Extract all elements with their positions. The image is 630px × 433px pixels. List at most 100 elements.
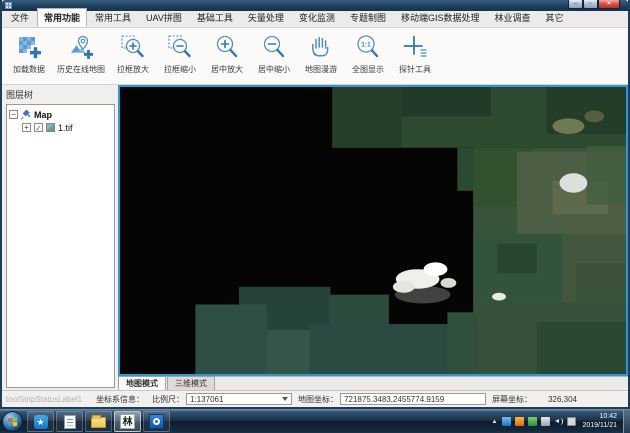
taskbar-app-explorer[interactable] (85, 411, 112, 432)
screen-coord-value: 326,304 (548, 395, 577, 404)
map-panel: 地图模式 三维模式 (118, 85, 628, 390)
box-zoom-out-icon (167, 34, 193, 60)
layer-panel-title: 图层树 (6, 88, 115, 101)
dropdown-arrow-icon[interactable] (282, 397, 288, 401)
show-desktop-button[interactable] (623, 410, 630, 433)
history-online-map-button[interactable]: 历史在线地图 (53, 31, 109, 75)
scale-value: 1:137061 (187, 395, 282, 404)
map-mode-tabstrip: 地图模式 三维模式 (118, 376, 628, 390)
coord-sys-label: 坐标系信息： (96, 394, 144, 405)
close-button[interactable]: ✕ (598, 0, 620, 9)
center-zoom-out-button[interactable]: 居中缩小 (251, 31, 297, 75)
tool-label: 全图显示 (352, 64, 384, 75)
taskbar-app-o[interactable] (143, 411, 170, 432)
taskbar-app-notepad[interactable] (56, 411, 83, 432)
tool-label: 居中缩小 (258, 64, 290, 75)
tab-mobile-gis-data[interactable]: 移动端GIS数据处理 (394, 8, 487, 27)
tab-forestry-survey[interactable]: 林业调查 (487, 8, 537, 27)
box-zoom-in-button[interactable]: 拉框放大 (110, 31, 156, 75)
main-content: 图层树 − Map + ✓ 1.tif (2, 85, 628, 390)
taskbar-clock[interactable]: 10:42 2019/11/21 (582, 413, 617, 431)
tab-thematic-mapping[interactable]: 专题制图 (343, 8, 393, 27)
screen: – ▫ ✕ 文件 常用功能 常用工具 UAV拼图 基础工具 矢量处理 变化监测 … (0, 0, 630, 433)
map-node-label: Map (34, 110, 52, 120)
tray-download-icon[interactable] (515, 417, 524, 426)
scale-label: 比例尺： (152, 394, 184, 405)
history-online-map-icon (68, 34, 94, 60)
forest-app-icon: 林 (120, 414, 135, 429)
tab-other[interactable]: 其它 (538, 8, 570, 27)
start-button[interactable] (2, 411, 23, 432)
satellite-imagery (120, 87, 626, 374)
status-bar: toolStripStatusLabel1 坐标系信息： 比例尺： 1:1370… (2, 390, 628, 407)
tool-label: 地图漫游 (305, 64, 337, 75)
probe-tool-icon (402, 34, 428, 60)
tab-common-tools[interactable]: 常用工具 (88, 8, 138, 27)
tab-uav-mosaic[interactable]: UAV拼图 (139, 8, 189, 27)
layer-panel: 图层树 − Map + ✓ 1.tif (2, 85, 118, 390)
tab-change-monitoring[interactable]: 变化监测 (292, 8, 342, 27)
load-data-button[interactable]: 加载数据 (6, 31, 52, 75)
scale-select[interactable]: 1:137061 (186, 393, 292, 405)
o-app-icon (149, 414, 164, 429)
load-data-icon (16, 34, 42, 60)
layer-tree: − Map + ✓ 1.tif (6, 104, 115, 388)
gis-app-window: – ▫ ✕ 文件 常用功能 常用工具 UAV拼图 基础工具 矢量处理 变化监测 … (0, 0, 630, 409)
menu-tab-bar: 文件 常用功能 常用工具 UAV拼图 基础工具 矢量处理 变化监测 专题制图 移… (2, 11, 628, 28)
network-icon[interactable] (541, 417, 550, 426)
folder-icon (91, 417, 106, 428)
volume-icon[interactable] (554, 417, 563, 426)
tab-vector-processing[interactable]: 矢量处理 (241, 8, 291, 27)
center-zoom-in-button[interactable]: 居中放大 (204, 31, 250, 75)
map-mode-tab[interactable]: 地图模式 (118, 376, 166, 390)
map-coord-label: 地图坐标： (298, 394, 338, 405)
center-zoom-in-icon (214, 34, 240, 60)
full-extent-button[interactable]: 1:1 全图显示 (345, 31, 391, 75)
taskbar: ★ 林 ▲ 10:42 2019/11/21 (0, 409, 630, 433)
pan-hand-icon (308, 34, 334, 60)
notepad-icon (64, 415, 76, 429)
tab-basic-tools[interactable]: 基础工具 (190, 8, 240, 27)
map-canvas[interactable] (118, 85, 628, 376)
box-zoom-out-button[interactable]: 拉框缩小 (157, 31, 203, 75)
map-coordinate-input[interactable]: 721875.3483,2455774.9159 (340, 393, 486, 405)
tree-node-map[interactable]: − Map (9, 108, 112, 121)
screen-coord-label: 屏幕坐标： (492, 394, 532, 405)
layer-visibility-checkbox[interactable]: ✓ (34, 123, 43, 132)
system-tray: ▲ 10:42 2019/11/21 (492, 410, 630, 433)
taskbar-app-messenger[interactable]: ★ (27, 411, 54, 432)
clock-time: 10:42 (582, 413, 617, 422)
tray-messenger-icon[interactable] (502, 417, 511, 426)
pan-button[interactable]: 地图漫游 (298, 31, 344, 75)
probe-tool-button[interactable]: 探针工具 (392, 31, 438, 75)
maximize-button[interactable]: ▫ (583, 0, 598, 9)
tab-common-functions[interactable]: 常用功能 (37, 8, 87, 27)
window-controls: – ▫ ✕ (568, 0, 620, 9)
ime-keyboard-icon[interactable] (567, 417, 576, 426)
app-icon (5, 2, 12, 9)
box-zoom-in-icon (120, 34, 146, 60)
one-to-one-glyph: 1:1 (361, 42, 371, 49)
full-extent-icon: 1:1 (355, 34, 381, 60)
taskbar-app-forest-gis[interactable]: 林 (114, 411, 141, 432)
three-d-mode-tab[interactable]: 三维模式 (167, 376, 215, 390)
raster-layer-icon (46, 123, 55, 132)
tree-node-raster[interactable]: + ✓ 1.tif (9, 121, 112, 134)
tray-expand-icon[interactable]: ▲ (492, 419, 498, 425)
tool-label: 居中放大 (211, 64, 243, 75)
tool-label: 拉框缩小 (164, 64, 196, 75)
tool-label: 拉框放大 (117, 64, 149, 75)
tool-label: 探针工具 (399, 64, 431, 75)
expand-expander[interactable]: + (22, 123, 31, 132)
toolbar: 加载数据 历史在线地图 拉框放大 (2, 28, 628, 85)
tray-security-icon[interactable] (528, 417, 537, 426)
collapse-expander[interactable]: − (9, 110, 18, 119)
tool-label: 加载数据 (13, 64, 45, 75)
tool-strip-status-label: toolStripStatusLabel1 (6, 395, 82, 404)
tool-label: 历史在线地图 (57, 64, 105, 75)
raster-node-label: 1.tif (58, 123, 73, 133)
tab-file[interactable]: 文件 (4, 8, 36, 27)
clock-date: 2019/11/21 (582, 422, 617, 431)
star-bubble-icon: ★ (34, 415, 48, 429)
pushpin-icon (21, 109, 31, 120)
